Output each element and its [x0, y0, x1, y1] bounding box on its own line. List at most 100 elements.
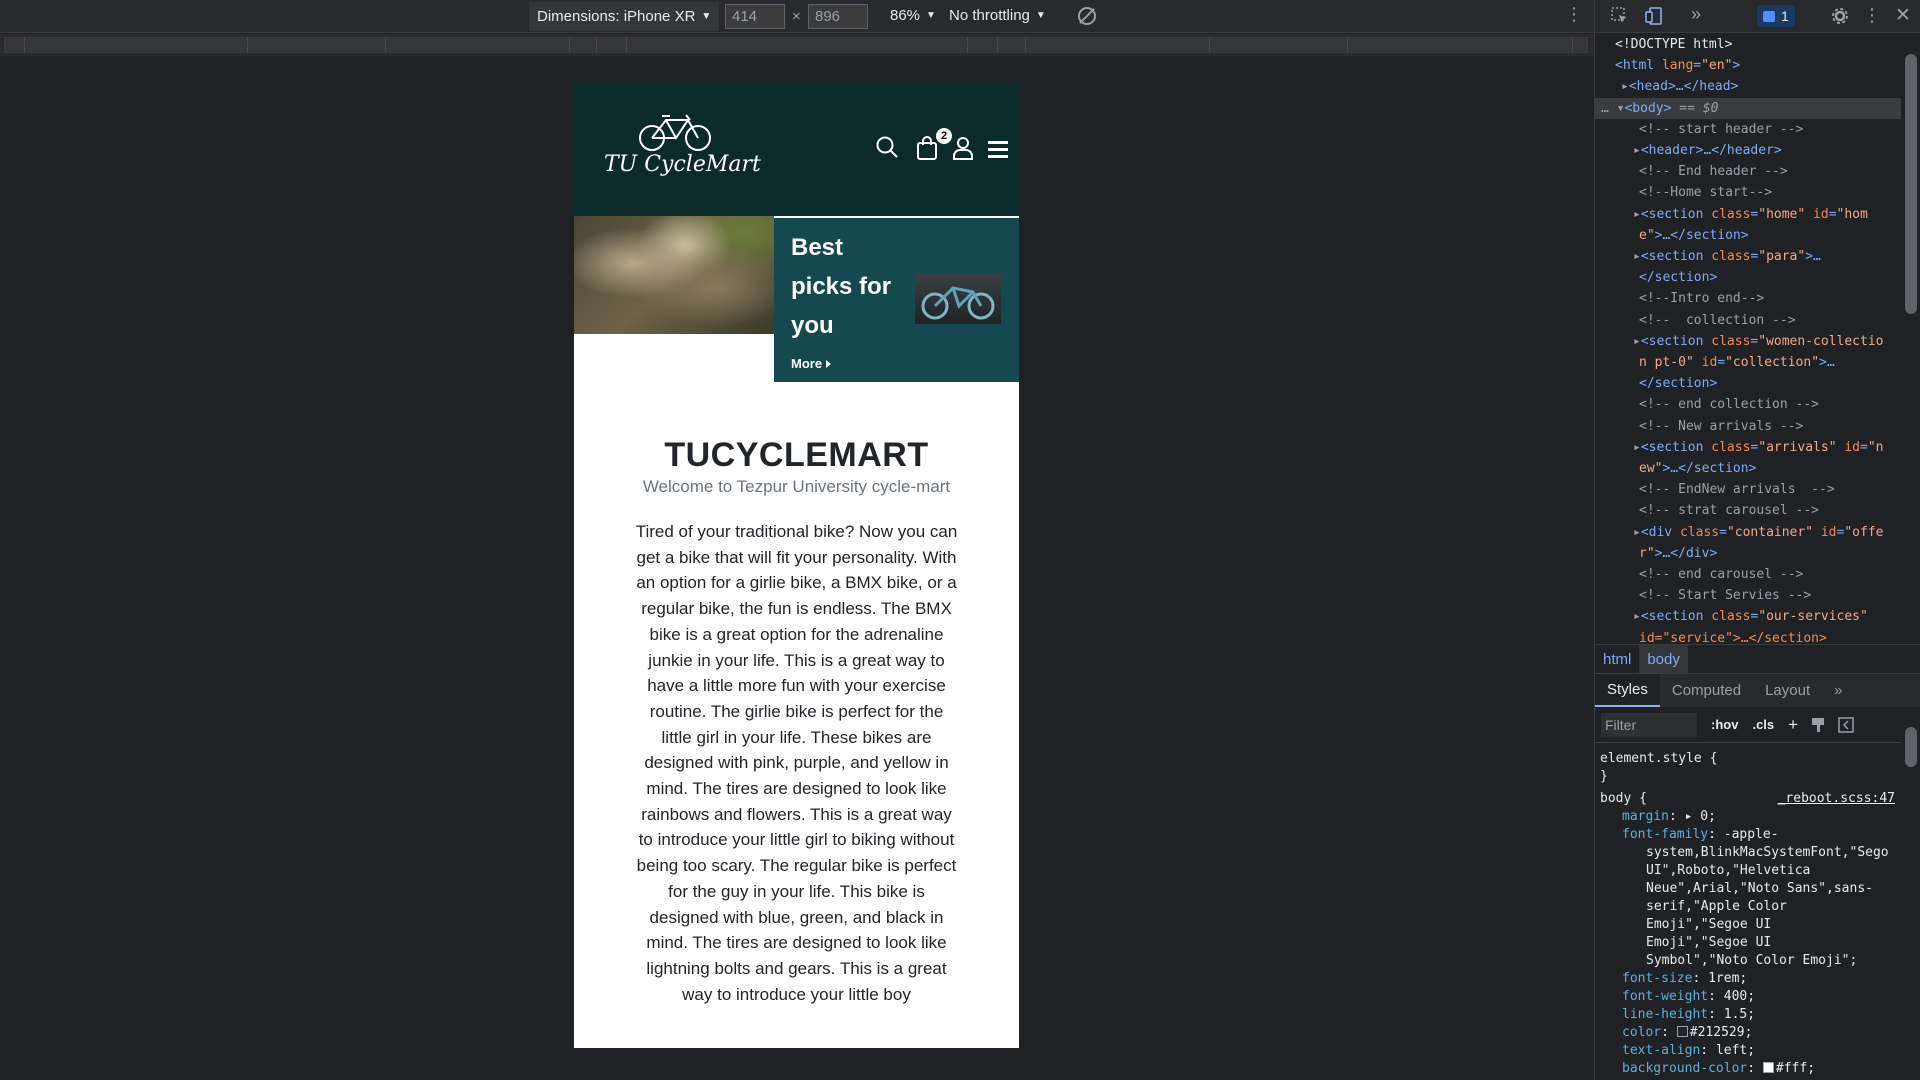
color-swatch[interactable]	[1676, 1026, 1688, 1037]
style-prop[interactable]: text-align: left;	[1600, 1042, 1901, 1060]
tag-text: <section	[1640, 333, 1704, 349]
dom-node[interactable]: ▸<head>…</head>	[1595, 76, 1901, 97]
dom-comment[interactable]: <!-- End header -->	[1595, 161, 1901, 182]
hero-more-link[interactable]: More	[791, 356, 832, 371]
media-query-divider	[385, 37, 386, 52]
dom-node[interactable]: ▸<header>…</header>	[1595, 140, 1901, 161]
hamburger-menu-icon[interactable]	[988, 140, 1008, 158]
breadcrumb-html[interactable]: html	[1595, 651, 1639, 668]
add-rule-icon[interactable]: +	[1788, 715, 1798, 735]
zoom-dropdown[interactable]: 86% ▼	[890, 7, 936, 24]
rotate-icon[interactable]	[1078, 7, 1096, 25]
scrollbar-thumb[interactable]	[1905, 727, 1917, 767]
tab-layout[interactable]: Layout	[1753, 674, 1822, 707]
tab-computed[interactable]: Computed	[1660, 674, 1753, 707]
prop-value-line: Emoji","Segoe UI	[1646, 917, 1772, 932]
scrollbar-thumb[interactable]	[1905, 54, 1917, 314]
dom-node[interactable]: ▸<section class="para">…	[1595, 246, 1901, 267]
tag-text: >…</div>	[1654, 545, 1718, 561]
tab-styles[interactable]: Styles	[1595, 674, 1660, 707]
attr-name: class	[1711, 206, 1751, 222]
dom-node[interactable]: ▸<section class="our-services"	[1595, 606, 1901, 627]
dom-comment[interactable]: <!-- start header -->	[1595, 119, 1901, 140]
site-logo[interactable]: TU CycleMart	[604, 112, 761, 192]
style-prop[interactable]: margin: ▸ 0;	[1600, 808, 1901, 826]
more-tabs-icon[interactable]: »	[1691, 4, 1709, 24]
search-icon[interactable]	[876, 136, 898, 158]
dom-node-selected[interactable]: … ▾<body> == $0	[1595, 97, 1901, 119]
bicycle-icon	[639, 114, 711, 151]
body-selector[interactable]: body {	[1600, 791, 1647, 806]
inspect-element-icon[interactable]	[1611, 7, 1629, 25]
media-query-divider	[997, 37, 998, 52]
style-prop[interactable]: font-weight: 400;	[1600, 988, 1901, 1006]
element-style-selector[interactable]: element.style {	[1600, 750, 1901, 768]
more-options-icon[interactable]: ⋮	[1565, 5, 1583, 23]
more-options-icon[interactable]: ⋮	[1863, 5, 1881, 26]
dom-scrollbar[interactable]	[1901, 34, 1920, 644]
hov-toggle[interactable]: :hov	[1711, 717, 1738, 732]
tag-text: >…</section>	[1662, 461, 1757, 477]
zoom-label: 86%	[890, 7, 921, 24]
dom-node[interactable]: <!DOCTYPE html>	[1595, 34, 1901, 55]
style-prop[interactable]: color: #212529;	[1600, 1024, 1901, 1042]
prop-value: ▸ 0;	[1684, 809, 1716, 824]
tag-text: >…</section>	[1654, 227, 1749, 243]
elements-dom-tree: <!DOCTYPE html> <html lang="en"> ▸<head>…	[1595, 34, 1901, 644]
logo-text: TU CycleMart	[604, 152, 761, 177]
dom-node-cont[interactable]: </section>	[1595, 267, 1901, 288]
dom-node-cont[interactable]: </section>	[1595, 373, 1901, 394]
stylesheet-source-link[interactable]: _reboot.scss:47	[1778, 790, 1895, 808]
sidebar-toggle-icon[interactable]	[1838, 716, 1854, 733]
dom-comment[interactable]: <!-- end collection -->	[1595, 394, 1901, 415]
more-tabs-icon[interactable]: »	[1822, 674, 1854, 707]
dom-node-cont[interactable]: e">…</section>	[1595, 225, 1901, 246]
shopping-bag-icon[interactable]	[916, 136, 938, 160]
style-prop[interactable]: line-height: 1.5;	[1600, 1006, 1901, 1024]
dom-comment[interactable]: <!-- Start Servies -->	[1595, 585, 1901, 606]
dom-node[interactable]: ▸<section class="women-collectio	[1595, 331, 1901, 352]
cls-toggle[interactable]: .cls	[1752, 717, 1774, 732]
styles-tabbar: Styles Computed Layout »	[1595, 674, 1920, 707]
issues-badge[interactable]: 1	[1757, 5, 1795, 27]
dom-comment[interactable]: <!--Home start-->	[1595, 182, 1901, 203]
style-prop[interactable]: font-size: 1rem;	[1600, 970, 1901, 988]
settings-gear-icon[interactable]	[1831, 7, 1849, 25]
attr-name: lang	[1661, 58, 1694, 74]
throttling-label: No throttling	[949, 7, 1030, 24]
intro-body: Tired of your traditional bike? Now you …	[635, 522, 958, 1004]
dom-comment[interactable]: <!-- New arrivals -->	[1595, 416, 1901, 437]
breadcrumb-body[interactable]: body	[1639, 645, 1688, 673]
media-query-divider	[596, 37, 597, 52]
styles-scrollbar[interactable]	[1901, 707, 1920, 1080]
dom-node-cont[interactable]: r">…</div>	[1595, 543, 1901, 564]
dom-comment[interactable]: <!-- end carousel -->	[1595, 564, 1901, 585]
throttling-dropdown[interactable]: No throttling ▼	[949, 7, 1046, 24]
color-swatch[interactable]	[1762, 1062, 1774, 1073]
dom-node-cont[interactable]: n pt-0" id="collection">…	[1595, 352, 1901, 373]
dom-node[interactable]: ▸<section class="arrivals" id="n	[1595, 437, 1901, 458]
style-prop[interactable]: background-color: #fff;	[1600, 1060, 1901, 1078]
dom-node-cont[interactable]: id="service">…</section>	[1595, 628, 1901, 644]
dom-comment[interactable]: <!-- EndNew arrivals -->	[1595, 479, 1901, 500]
style-prop[interactable]: font-family: -apple-	[1600, 826, 1901, 844]
dom-comment[interactable]: <!-- collection -->	[1595, 310, 1901, 331]
dom-node-cont[interactable]: ew">…</section>	[1595, 458, 1901, 479]
dom-comment[interactable]: <!-- strat carousel -->	[1595, 500, 1901, 521]
dom-comment[interactable]: <!--Intro end-->	[1595, 288, 1901, 309]
height-input[interactable]: 896	[808, 4, 868, 29]
dom-node[interactable]: <html lang="en">	[1595, 55, 1901, 76]
intro-title: TUCYCLEMART	[664, 436, 929, 474]
attr-value: e"	[1639, 227, 1655, 243]
device-dimensions-dropdown[interactable]: Dimensions: iPhone XR ▼	[529, 2, 720, 31]
width-input[interactable]: 414	[725, 4, 785, 29]
close-icon[interactable]: ✕	[1895, 4, 1911, 27]
dom-node[interactable]: ▸<div class="container" id="offe	[1595, 522, 1901, 543]
paint-brush-icon[interactable]	[1810, 717, 1826, 733]
device-toggle-icon[interactable]	[1645, 7, 1663, 25]
attr-value: "arrivals"	[1758, 439, 1837, 455]
user-icon[interactable]	[952, 136, 974, 160]
styles-filter-input[interactable]: Filter	[1601, 712, 1697, 737]
media-query-track[interactable]	[4, 37, 1588, 53]
dom-node[interactable]: ▸<section class="home" id="hom	[1595, 204, 1901, 225]
